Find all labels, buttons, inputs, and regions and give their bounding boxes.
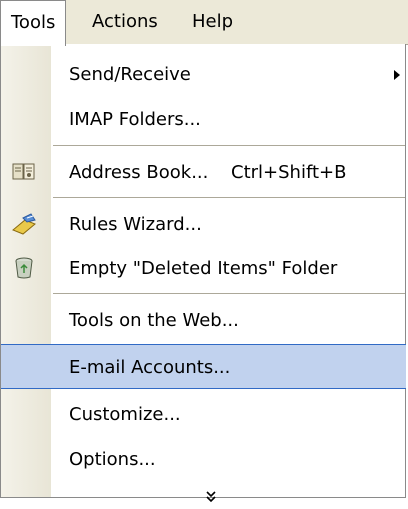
menu-item-label: Address Book... (69, 162, 209, 183)
menu-item-empty-deleted[interactable]: Empty "Deleted Items" Folder (1, 246, 406, 291)
menu-item-label: IMAP Folders... (69, 109, 201, 130)
menu-item-label: E-mail Accounts... (69, 357, 231, 378)
menu-item-email-accounts[interactable]: E-mail Accounts... (1, 344, 406, 389)
rules-wizard-icon (11, 212, 37, 236)
menu-item-label: Tools on the Web... (69, 310, 239, 331)
recycle-bin-icon (11, 256, 37, 280)
menu-item-rules-wizard[interactable]: Rules Wizard... (1, 202, 406, 247)
menu-item-label: Send/Receive (69, 64, 191, 85)
menu-separator (53, 197, 405, 198)
menu-item-shortcut: Ctrl+Shift+B (231, 162, 347, 183)
menu-item-label: Empty "Deleted Items" Folder (69, 258, 338, 279)
menu-item-imap-folders[interactable]: IMAP Folders... (1, 97, 406, 142)
menu-item-options[interactable]: Options... (1, 437, 406, 482)
menu-item-address-book[interactable]: Address Book... Ctrl+Shift+B (1, 150, 406, 195)
tools-dropdown-menu: Send/Receive IMAP Folders... Address Boo… (0, 44, 406, 503)
menu-tools[interactable]: Tools (0, 0, 67, 46)
menu-actions[interactable]: Actions (82, 0, 168, 44)
menu-actions-label: Actions (92, 11, 158, 32)
menu-tools-label: Tools (11, 12, 56, 33)
menu-item-send-receive[interactable]: Send/Receive (1, 52, 406, 97)
menu-bar: Tools Actions Help (0, 0, 408, 46)
menu-item-tools-on-web[interactable]: Tools on the Web... (1, 298, 406, 343)
submenu-arrow-icon (394, 70, 400, 80)
address-book-icon (11, 160, 37, 184)
menu-separator (53, 145, 405, 146)
menu-help-label: Help (192, 11, 234, 32)
menu-item-label: Options... (69, 449, 156, 470)
menu-separator (53, 293, 405, 294)
double-chevron-down-icon[interactable] (201, 488, 221, 503)
menu-item-label: Rules Wizard... (69, 214, 202, 235)
menu-help[interactable]: Help (182, 0, 243, 44)
menu-item-customize[interactable]: Customize... (1, 392, 406, 437)
menu-item-label: Customize... (69, 404, 181, 425)
